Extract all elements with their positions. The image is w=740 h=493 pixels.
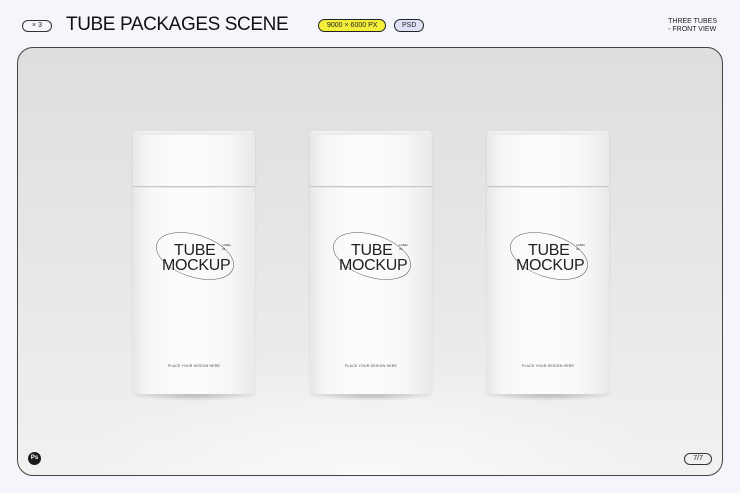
tube-logo: TUBE MOCKUP LABEL 01 — [501, 224, 597, 288]
tube-caption: PLACE YOUR DESIGN HERE — [522, 364, 574, 368]
tube-logo-word2: MOCKUP — [339, 257, 408, 274]
tube-cap-top — [133, 131, 255, 135]
tube-logo: TUBE MOCKUP LABEL 01 — [147, 224, 243, 288]
tube-lid-seam — [133, 186, 255, 188]
tube-body: TUBE MOCKUP LABEL 01 PLACE YOUR DESIGN H… — [133, 131, 255, 394]
tube-cap-top — [487, 131, 609, 135]
tube-body: TUBE MOCKUP LABEL 01 PLACE YOUR DESIGN H… — [487, 131, 609, 394]
tube-logo-tiny-text: LABEL 01 — [399, 243, 409, 251]
photoshop-icon: Ps — [28, 452, 41, 465]
page-title: TUBE PACKAGES SCENE — [66, 14, 289, 35]
tube-logo-word2: MOCKUP — [516, 257, 585, 274]
format-badge: PSD — [394, 19, 425, 32]
tube-cap-top — [310, 131, 432, 135]
tube-mockup: TUBE MOCKUP LABEL 01 PLACE YOUR DESIGN H… — [133, 131, 255, 401]
resolution-badge: 9000 × 6000 PX — [318, 19, 387, 32]
tube-caption: PLACE YOUR DESIGN HERE — [345, 364, 397, 368]
tube-caption: PLACE YOUR DESIGN HERE — [168, 364, 220, 368]
page-indicator[interactable]: 7/7 — [684, 453, 712, 465]
tube-logo: TUBE MOCKUP LABEL 01 — [324, 224, 420, 288]
tube-logo-tiny-text: LABEL 01 — [576, 243, 586, 251]
tube-mockup: TUBE MOCKUP LABEL 01 PLACE YOUR DESIGN H… — [487, 131, 609, 401]
tube-mockup: TUBE MOCKUP LABEL 01 PLACE YOUR DESIGN H… — [310, 131, 432, 401]
tube-body: TUBE MOCKUP LABEL 01 PLACE YOUR DESIGN H… — [310, 131, 432, 394]
tube-lid-seam — [487, 186, 609, 188]
view-note: THREE TUBES - FRONT VIEW — [668, 18, 717, 34]
view-note-line2: - FRONT VIEW — [668, 26, 717, 33]
tube-logo-word2: MOCKUP — [162, 257, 231, 274]
view-note-line1: THREE TUBES — [668, 18, 717, 25]
tube-logo-tiny-text: LABEL 01 — [222, 243, 232, 251]
mockup-preview: TUBE MOCKUP LABEL 01 PLACE YOUR DESIGN H… — [17, 47, 723, 476]
count-badge: × 3 — [22, 20, 52, 32]
tube-lid-seam — [310, 186, 432, 188]
